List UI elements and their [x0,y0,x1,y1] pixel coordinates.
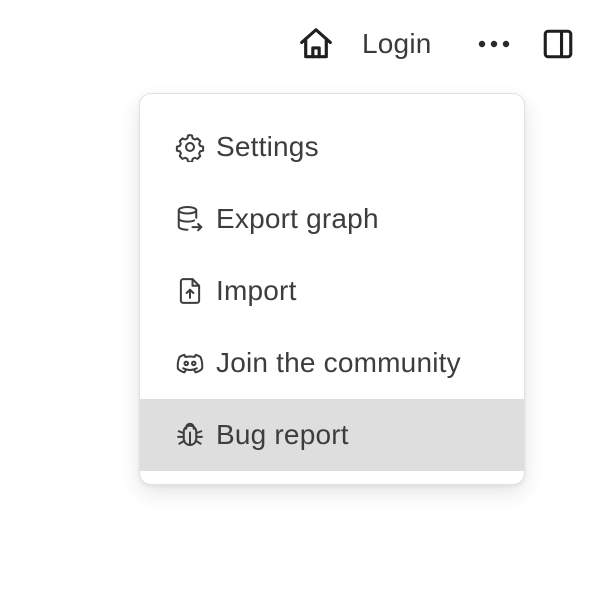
home-button[interactable] [296,24,336,64]
file-upload-icon [174,275,206,307]
page: Login Settings Export graph Import Join … [0,0,606,602]
menu-item-export-graph[interactable]: Export graph [140,183,524,255]
gear-icon [174,131,206,163]
menu-list: Settings Export graph Import Join the co… [140,111,524,471]
panel-right-icon [541,27,575,61]
menu-item-label: Export graph [216,203,379,234]
home-icon [297,25,335,63]
more-horizontal-icon [477,39,511,49]
database-export-icon [174,203,206,235]
more-dropdown-menu: Settings Export graph Import Join the co… [139,93,525,485]
menu-item-label: Import [216,275,297,306]
menu-item-import[interactable]: Import [140,255,524,327]
toggle-sidebar-button[interactable] [538,24,578,64]
discord-icon [174,347,206,379]
top-header: Login [0,0,606,88]
more-button[interactable] [474,24,514,64]
login-button[interactable]: Login [362,24,432,64]
menu-item-settings[interactable]: Settings [140,111,524,183]
menu-item-label: Join the community [216,347,461,378]
menu-item-label: Settings [216,131,319,162]
menu-item-join-the-community[interactable]: Join the community [140,327,524,399]
bug-icon [174,419,206,451]
menu-item-bug-report[interactable]: Bug report [140,399,524,471]
menu-item-label: Bug report [216,419,349,450]
